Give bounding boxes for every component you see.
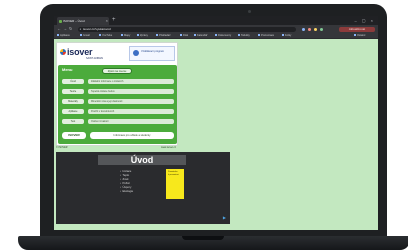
menu-row-label[interactable]: Teorie	[62, 89, 84, 94]
partner-text: Vzdělávací program	[141, 50, 165, 53]
screen: ISOVER – Úvod × + – ▢ × ← → ↻ ● isover.c…	[54, 16, 378, 230]
menu-row-label[interactable]: Aplikace	[62, 109, 84, 114]
footer-row: ISOVER Informace pro učitele a studenty	[62, 132, 174, 139]
back-icon[interactable]: ←	[57, 25, 61, 33]
isover-logo-sub: SAINT-GOBAIN	[86, 57, 104, 60]
favicon-icon	[59, 19, 62, 23]
isover-status-bar: © ISOVER www.isover.cz	[56, 146, 178, 150]
bookmark-item[interactable]: Gmail	[80, 33, 90, 39]
footer-info-button[interactable]: Informace pro učitele a studenty	[90, 132, 174, 139]
bookmark-item[interactable]: Ostatní	[354, 33, 365, 39]
next-slide-icon[interactable]: ▶	[223, 215, 226, 220]
reload-icon[interactable]: ↻	[69, 25, 72, 33]
menu-row-value[interactable]: Použití v konstrukcích	[88, 109, 174, 114]
menu-panel: Menu Zpět na menu Úvod Základní informac…	[58, 65, 177, 144]
isover-header: isover SAINT-GOBAIN Vzdělávací program	[57, 43, 177, 65]
slide-bullet-list: Izolace Teplo Zvuk Požár Úspory Ekologie	[120, 169, 160, 193]
profile-icon[interactable]	[320, 27, 323, 31]
partner-icon	[133, 50, 139, 56]
address-text: isover.cz/vyuka/uvod	[83, 26, 111, 31]
bookmark-item[interactable]: YouTube	[99, 33, 112, 39]
menu-row[interactable]: Test Ověření znalostí	[62, 119, 174, 124]
sticky-note-text: Poznámka k prezentaci	[168, 171, 179, 176]
slide-title-bar: Úvod	[98, 155, 186, 165]
page-content: isover SAINT-GOBAIN Vzdělávací program M…	[54, 40, 378, 230]
menu-row[interactable]: Úvod Základní informace o izolacích	[62, 79, 174, 84]
bookmark-item[interactable]: Aplikace	[57, 33, 70, 39]
browser-toolbar: ← → ↻ ● isover.cz/vyuka/uvod Aktualizova…	[54, 25, 378, 33]
bookmark-item[interactable]: Dokumenty	[215, 33, 231, 39]
bookmark-item[interactable]: Prezentace	[258, 33, 274, 39]
menu-row-label[interactable]: Materiály	[62, 99, 84, 104]
website-link[interactable]: www.isover.cz	[161, 146, 176, 150]
isover-logo-icon	[60, 49, 66, 55]
menu-row-label[interactable]: Test	[62, 119, 84, 124]
bookmark-item[interactable]: Mapy	[121, 33, 130, 39]
laptop-notch	[182, 236, 224, 240]
forward-icon[interactable]: →	[63, 25, 67, 33]
menu-row-value[interactable]: Základní informace o izolacích	[88, 79, 174, 84]
presentation-window: Úvod Izolace Teplo Zvuk Požár Úspory Eko…	[56, 152, 230, 224]
new-tab-button[interactable]: +	[112, 16, 116, 25]
extension-icon[interactable]	[308, 27, 311, 31]
back-to-menu-button[interactable]: Zpět na menu	[102, 68, 132, 74]
isover-window: isover SAINT-GOBAIN Vzdělávací program M…	[56, 42, 178, 146]
menu-row-label[interactable]: Úvod	[62, 79, 84, 84]
slide-title: Úvod	[130, 155, 154, 165]
isover-logo: isover	[67, 47, 93, 57]
bookmarks-bar: Aplikace Gmail YouTube Mapy Zprávy Překl…	[54, 33, 378, 39]
bookmark-item[interactable]: Tabulky	[238, 33, 250, 39]
bookmark-item[interactable]: Zprávy	[137, 33, 148, 39]
bookmark-item[interactable]: Kalendář	[194, 33, 207, 39]
camera-icon	[248, 10, 251, 13]
menu-row-value[interactable]: Minerální vlna a její vlastnosti	[88, 99, 174, 104]
menu-row-value[interactable]: Tepelná izolace budov	[88, 89, 174, 94]
extension-icon[interactable]	[314, 27, 317, 31]
slide-bullet: Ekologie	[120, 189, 160, 193]
tab-title: ISOVER – Úvod	[63, 19, 85, 23]
browser-tab-bar: ISOVER – Úvod × + – ▢ ×	[54, 16, 378, 25]
bookmark-item[interactable]: Disk	[180, 33, 188, 39]
menu-title: Menu	[62, 67, 73, 72]
partner-logo: Vzdělávací program	[129, 46, 175, 61]
address-bar[interactable]: ● isover.cz/vyuka/uvod	[78, 26, 296, 32]
footer-label-button[interactable]: ISOVER	[62, 132, 86, 139]
menu-row[interactable]: Materiály Minerální vlna a její vlastnos…	[62, 99, 174, 104]
extension-icon[interactable]	[302, 27, 305, 31]
copyright-text: © ISOVER	[56, 146, 68, 149]
window-controls[interactable]: – ▢ ×	[354, 16, 375, 25]
menu-row[interactable]: Aplikace Použití v konstrukcích	[62, 109, 174, 114]
bookmark-item[interactable]: Překladač	[156, 33, 171, 39]
bookmark-item[interactable]: Fotky	[282, 33, 291, 39]
menu-row-value[interactable]: Ověření znalostí	[88, 119, 174, 124]
sticky-note: Poznámka k prezentaci	[166, 169, 184, 199]
update-button[interactable]: Aktualizovat	[339, 26, 375, 32]
close-tab-icon[interactable]: ×	[106, 17, 108, 25]
lock-icon: ●	[79, 26, 82, 31]
menu-row[interactable]: Teorie Tepelná izolace budov	[62, 89, 174, 94]
browser-tab[interactable]: ISOVER – Úvod ×	[57, 17, 109, 25]
